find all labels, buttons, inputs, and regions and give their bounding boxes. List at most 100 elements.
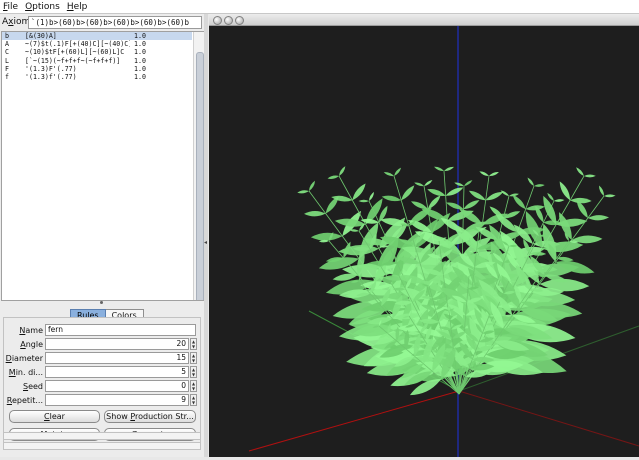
viewport-window (209, 14, 639, 457)
fern-leaf (576, 167, 584, 176)
viewport-canvas[interactable] (209, 26, 639, 457)
angle-field[interactable]: 20 (45, 338, 189, 350)
menu-file[interactable]: File (0, 2, 22, 12)
fern-leaf (310, 232, 343, 241)
seed-field[interactable]: 0 (45, 380, 189, 392)
fern-leaf (489, 171, 499, 177)
fern-leaf (424, 179, 433, 186)
name-field[interactable]: fern (45, 324, 196, 336)
name-label: Name (19, 325, 43, 335)
rule-row[interactable]: L [`~(15)(~f+f+f~(~f+f+f)] 1.0 (2, 57, 192, 65)
rules-table: b [&(30)A] 1.0 A ~(7)$t(.1)F[+(40)C][~(4… (2, 32, 192, 81)
rule-production: [`~(15)(~f+f+f~(~f+f+f)] (25, 56, 121, 65)
diameter-field[interactable]: 15 (45, 352, 189, 364)
bottom-panel (3, 432, 201, 440)
rule-symbol: A (5, 40, 9, 49)
menu-help-label: elp (73, 1, 88, 12)
repetitions-row: Repetit... 9 ▲ ▼ (4, 394, 200, 406)
rules-scrollbar[interactable] (193, 32, 204, 300)
fern-leaf (587, 215, 610, 221)
rule-symbol: f (5, 73, 9, 82)
angle-label: Angle (20, 339, 43, 349)
rule-probability: 1.0 (134, 64, 146, 73)
fern-leaf (394, 167, 402, 176)
maximize-icon[interactable] (235, 16, 244, 25)
rule-row[interactable]: C ~(10)$tF[+(60)L][~(60)L]C 1.0 (2, 48, 192, 56)
axiom-input[interactable]: `(1)b>(60)b>(60)b>(60)b>(60)b>(60)b (28, 15, 202, 29)
fern-leaf (547, 192, 554, 201)
left-panel: Axiom `(1)b>(60)b>(60)b>(60)b>(60)b>(60)… (0, 14, 205, 457)
rule-probability: 1.0 (134, 48, 146, 57)
menu-help[interactable]: Help (64, 2, 92, 12)
rule-row[interactable]: F '(1.3)F'(.77) 1.0 (2, 65, 192, 73)
seed-row: Seed 0 ▲ ▼ (4, 380, 200, 392)
rule-row[interactable]: b [&(30)A] 1.0 (2, 32, 192, 41)
repetitions-spinner[interactable]: ▲ ▼ (190, 394, 197, 406)
rule-production: ~(10)$tF[+(60)L][~(60)L]C (25, 48, 125, 57)
fern-leaf (434, 166, 444, 172)
fern-leaf (297, 190, 309, 194)
rules-scroll-thumb[interactable] (196, 52, 204, 300)
rule-production: ~(7)$t(.1)F[+(40)C][~(40)C]!(... (25, 40, 130, 49)
fern-leaf (485, 191, 504, 201)
min-diameter-spinner[interactable]: ▲ ▼ (190, 366, 197, 378)
rule-probability: 1.0 (134, 56, 146, 65)
menu-options-label: ptions (32, 1, 60, 12)
rule-production: [&(30)A] (25, 32, 57, 41)
splitter-handle[interactable] (100, 301, 103, 304)
rule-probability: 1.0 (134, 32, 146, 41)
fern-leaf (463, 200, 480, 210)
min-diameter-row: Min. di... 5 ▲ ▼ (4, 366, 200, 378)
status-bar (3, 442, 201, 450)
diameter-label: Diameter (5, 353, 43, 363)
rule-production: '(1.3)f'(.77) (25, 73, 77, 82)
axiom-row: Axiom `(1)b>(60)b>(60)b>(60)b>(60)b>(60)… (2, 15, 202, 29)
repetitions-label: Repetit... (6, 395, 43, 405)
rule-row[interactable]: f '(1.3)f'(.77) 1.0 (2, 73, 192, 81)
fern-leaf (556, 256, 574, 262)
fern-leaf (444, 166, 455, 172)
fern-leaf (427, 189, 446, 196)
fern-plant (297, 166, 616, 396)
menu-file-label: ile (7, 1, 19, 12)
show-production-button[interactable]: Show Production Str... (104, 410, 196, 423)
fern-leaf (358, 199, 369, 203)
fern-leaf (534, 184, 545, 187)
fern-leaf (543, 195, 557, 225)
close-icon[interactable] (213, 16, 222, 25)
min-diameter-field[interactable]: 5 (45, 366, 189, 378)
fern-leaf (369, 191, 375, 201)
menu-options[interactable]: Options (22, 2, 64, 12)
menu-help-mnemonic: H (66, 1, 74, 12)
fern-leaf (339, 166, 346, 176)
fern-leaf (454, 182, 464, 187)
fern-leaf (410, 201, 428, 210)
axis-x (248, 390, 460, 452)
angle-spinner[interactable]: ▲ ▼ (190, 338, 197, 350)
repetitions-field[interactable]: 9 (45, 394, 189, 406)
rule-production: '(1.3)F'(.77) (25, 64, 77, 73)
minimize-icon[interactable] (224, 16, 233, 25)
rule-probability: 1.0 (134, 73, 146, 82)
rules-list[interactable]: b [&(30)A] 1.0 A ~(7)$t(.1)F[+(40)C][~(4… (1, 31, 205, 301)
fern-leaf (327, 175, 339, 179)
rule-symbol: b (5, 32, 9, 41)
fern-leaf (332, 273, 358, 281)
diameter-spinner[interactable]: ▲ ▼ (190, 352, 197, 364)
vertical-splitter[interactable]: ◂ (204, 14, 208, 457)
fern-leaf (304, 210, 326, 217)
clear-button[interactable]: Clear (9, 410, 100, 423)
fern-leaf (349, 229, 359, 232)
rule-probability: 1.0 (134, 40, 146, 49)
menu-bar: File Options Help (0, 0, 639, 14)
seed-label: Seed (23, 381, 43, 391)
fern-leaf (446, 202, 464, 210)
fern-render (248, 26, 639, 457)
seed-spinner[interactable]: ▲ ▼ (190, 380, 197, 392)
rule-row[interactable]: A ~(7)$t(.1)F[+(40)C][~(40)C]!(... 1.0 (2, 40, 192, 48)
fern-leaf (554, 199, 565, 202)
fern-leaf (383, 172, 394, 177)
fern-leaf (334, 218, 366, 227)
splitter-arrow-icon: ◂ (204, 239, 208, 246)
axiom-label: Axiom (2, 17, 31, 27)
